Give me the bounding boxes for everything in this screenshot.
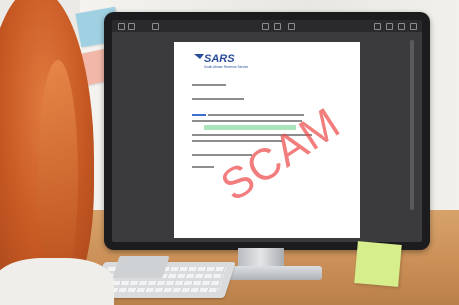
zoom-in-icon[interactable] <box>274 23 281 30</box>
print-icon[interactable] <box>386 23 393 30</box>
scrollbar[interactable] <box>410 40 414 210</box>
zoom-out-icon[interactable] <box>262 23 269 30</box>
rotate-icon[interactable] <box>288 23 295 30</box>
sars-logo-subtext: South African Revenue Service <box>204 65 248 69</box>
photo-scene: SARS South African Revenue Service SCAM <box>0 0 459 305</box>
sars-logo-mark <box>194 54 204 59</box>
sars-logo: SARS South African Revenue Service <box>194 53 248 69</box>
text-line <box>192 98 244 100</box>
document-viewer-toolbar <box>112 20 422 32</box>
trackpad <box>112 256 170 278</box>
desktop-monitor: SARS South African Revenue Service SCAM <box>104 12 430 250</box>
sars-logo-text: SARS <box>204 53 235 65</box>
text-line <box>192 84 226 86</box>
more-icon[interactable] <box>410 23 417 30</box>
person-shoulder <box>0 258 114 305</box>
monitor-screen: SARS South African Revenue Service SCAM <box>112 20 422 242</box>
text-line <box>192 166 214 168</box>
page-icon[interactable] <box>152 23 159 30</box>
key-row <box>100 288 220 292</box>
search-icon[interactable] <box>374 23 381 30</box>
back-icon[interactable] <box>128 23 135 30</box>
hair-strand <box>38 60 78 290</box>
download-icon[interactable] <box>398 23 405 30</box>
email-document-page: SARS South African Revenue Service SCAM <box>174 42 360 238</box>
key-row <box>102 281 222 285</box>
text-line <box>208 114 304 116</box>
link-text[interactable] <box>192 114 206 116</box>
green-sticky-note <box>354 241 402 287</box>
menu-icon[interactable] <box>118 23 125 30</box>
